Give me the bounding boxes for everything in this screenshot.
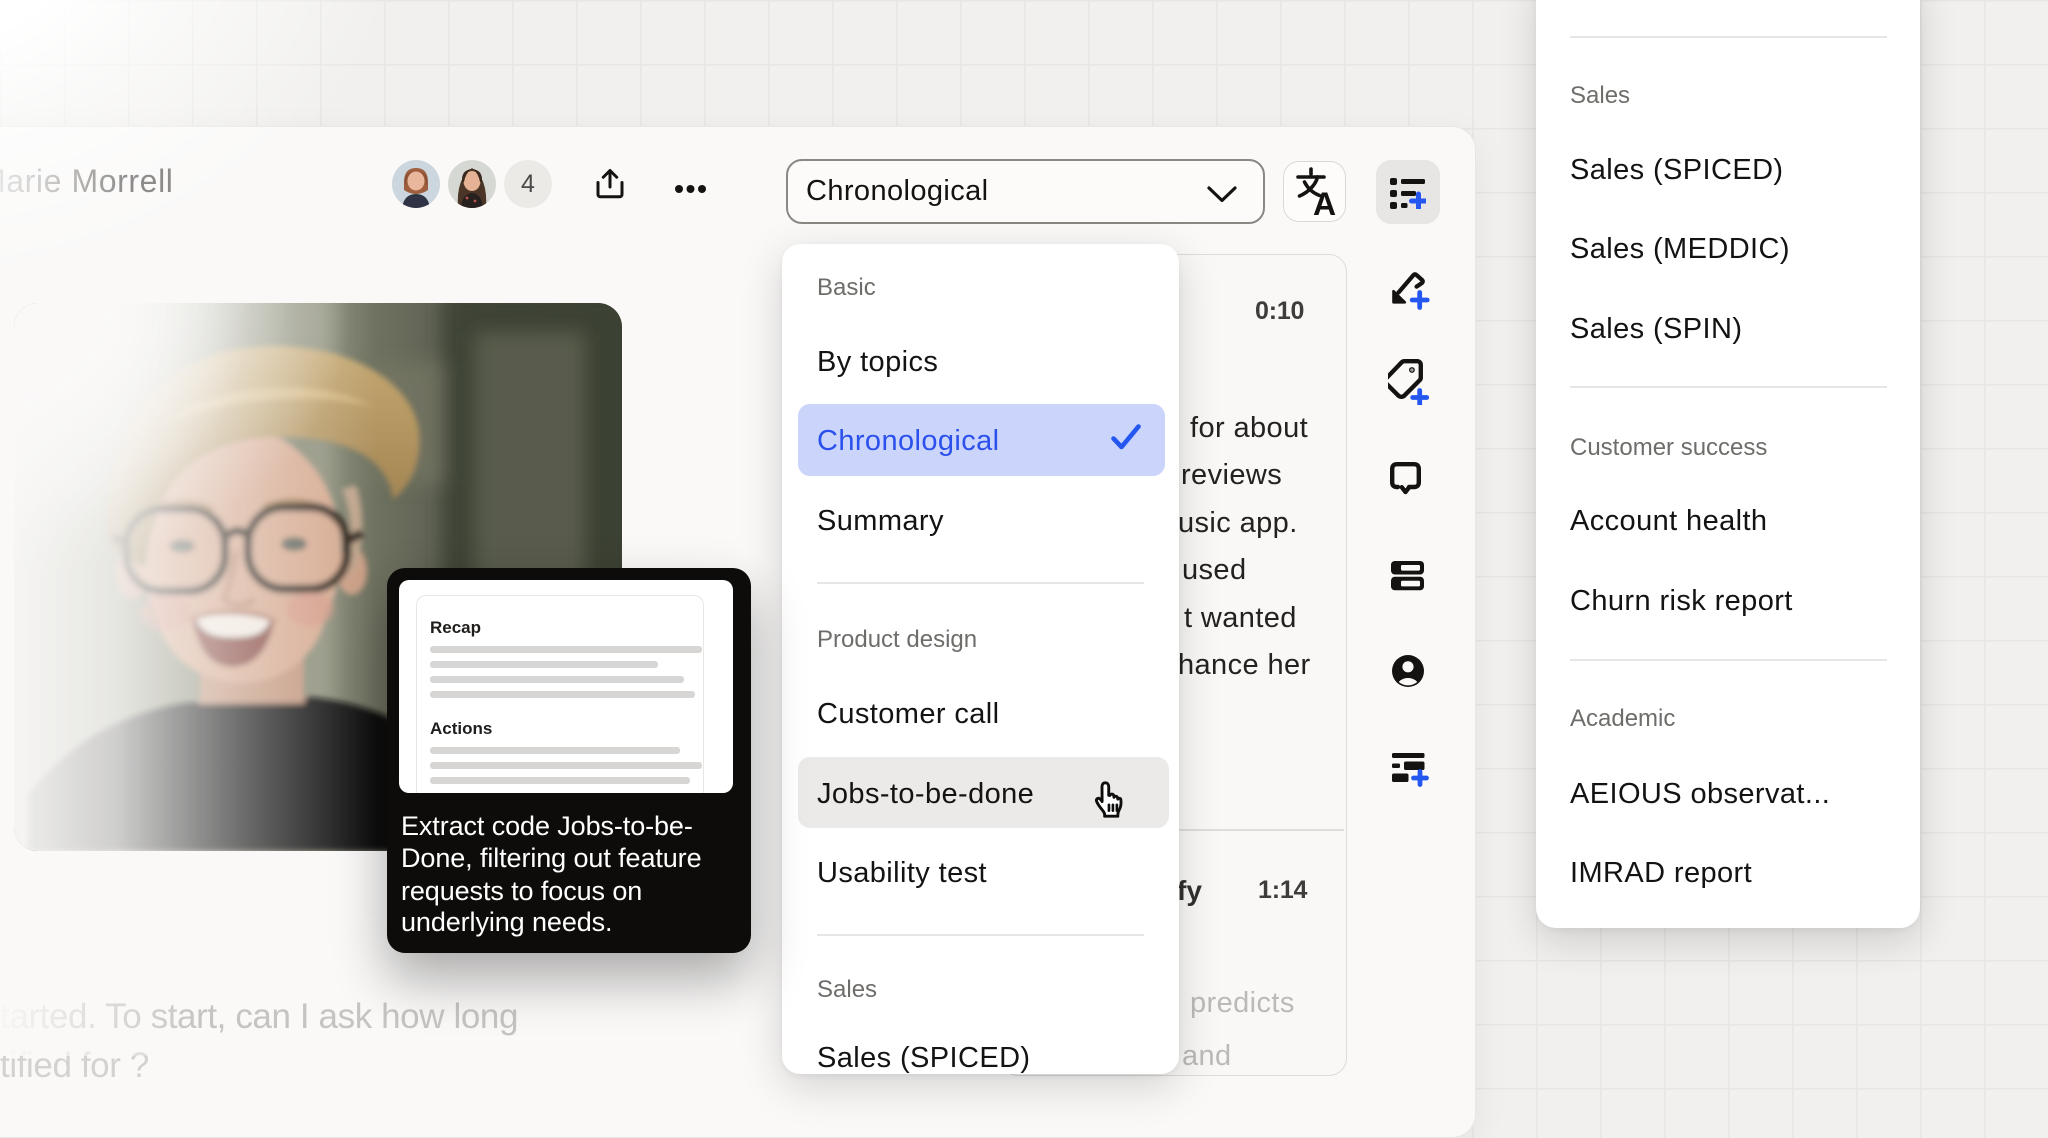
svg-text:A: A	[1313, 186, 1336, 217]
